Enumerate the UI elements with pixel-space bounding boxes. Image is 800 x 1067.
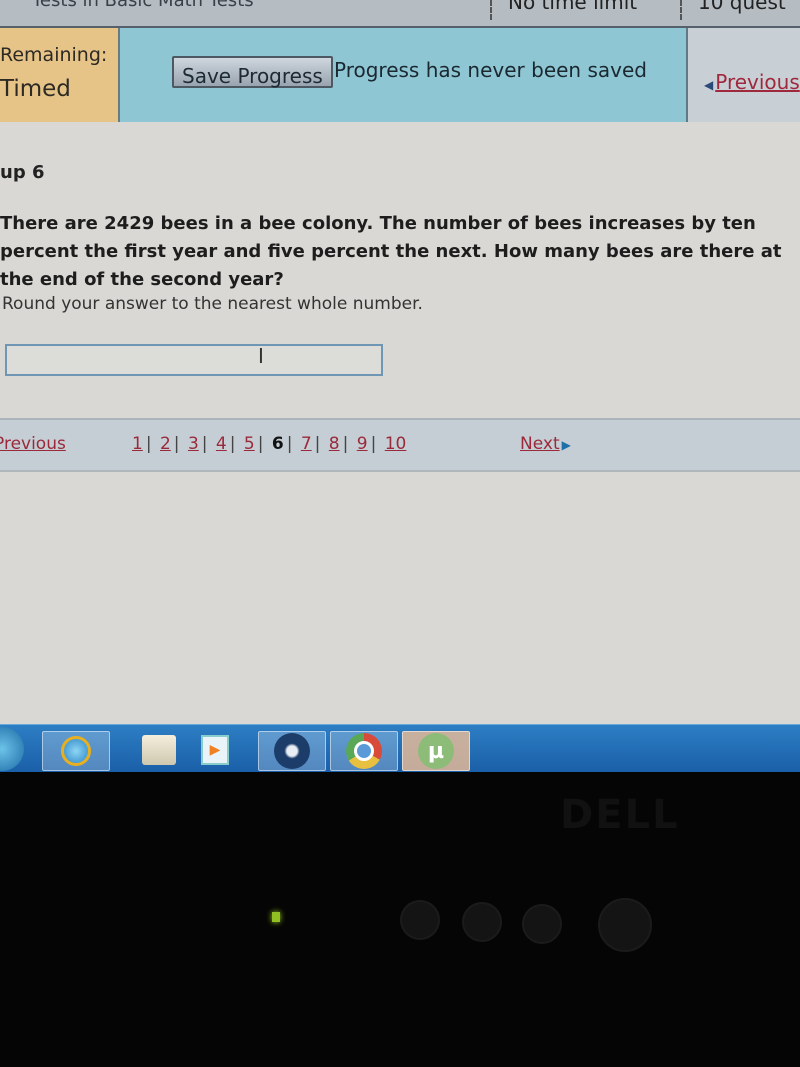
page-link-3[interactable]: 3 — [188, 434, 199, 454]
question-number: up 6 — [0, 162, 45, 183]
page-link-1[interactable]: 1 — [132, 434, 143, 454]
time-limit: No time limit — [508, 0, 638, 14]
top-nav-panel: ◀ Previous — [688, 28, 800, 122]
previous-link[interactable]: Previous — [0, 434, 66, 454]
volume-down-button — [400, 900, 440, 940]
page-link-7[interactable]: 7 — [301, 434, 312, 454]
save-progress-button[interactable]: Save Progress — [172, 56, 333, 88]
folder-icon — [142, 735, 176, 765]
question-text: There are 2429 bees in a bee colony. The… — [0, 213, 782, 290]
previous-link-top[interactable]: ◀ Previous — [704, 70, 800, 94]
page-link-8[interactable]: 8 — [329, 434, 340, 454]
caret-right-icon: ▶ — [561, 438, 571, 452]
page-link-9[interactable]: 9 — [357, 434, 368, 454]
volume-up-button — [462, 902, 502, 942]
text-cursor-icon: I — [258, 344, 264, 368]
divider — [490, 0, 492, 20]
caret-left-icon: ◀ — [704, 78, 714, 92]
power-led — [272, 912, 280, 922]
brand-logo: DELL — [560, 792, 680, 838]
next-nav: Next ▶ — [520, 434, 571, 454]
status-row: Remaining: Timed Save Progress Progress … — [0, 28, 800, 122]
page-list: 1 | 2 | 3 | 4 | 5 | 6 | 7 | 8 | 9 | 10 — [132, 434, 407, 454]
taskbar-internet-explorer[interactable] — [42, 731, 110, 771]
remaining-label: Remaining: — [0, 44, 108, 66]
remaining-panel: Remaining: Timed — [0, 28, 120, 122]
mute-button — [522, 904, 562, 944]
pagination-bar: Previous 1 | 2 | 3 | 4 | 5 | 6 | 7 | 8 | 9 | 10 N… — [0, 418, 800, 472]
save-panel: Save Progress Progress has never been sa… — [120, 28, 688, 122]
page-link-2[interactable]: 2 — [160, 434, 171, 454]
next-link[interactable]: Next — [520, 434, 560, 454]
utorrent-icon: µ — [418, 733, 454, 769]
page-current-6: 6 — [271, 434, 284, 454]
previous-label: Previous — [715, 70, 800, 94]
question-count: 10 quest — [698, 0, 786, 14]
start-button[interactable] — [0, 727, 24, 771]
play-icon: ▶ — [201, 735, 229, 765]
save-status-message: Progress has never been saved — [334, 58, 647, 82]
screen: Tests in Basic Math Tests No time limit … — [0, 0, 800, 772]
answer-input[interactable] — [5, 344, 383, 376]
test-title: Tests in Basic Math Tests — [32, 0, 254, 11]
steam-icon — [274, 733, 310, 769]
page-link-5[interactable]: 5 — [244, 434, 255, 454]
taskbar-utorrent[interactable]: µ — [402, 731, 470, 771]
taskbar-chrome[interactable] — [330, 731, 398, 771]
divider — [680, 0, 682, 20]
page-link-10[interactable]: 10 — [385, 434, 407, 454]
internet-explorer-icon — [61, 736, 91, 766]
taskbar-steam[interactable] — [258, 731, 326, 771]
question-area: up 6 There are 2429 bees in a bee colony… — [0, 124, 800, 420]
power-button — [598, 898, 652, 952]
question-hint: Round your answer to the nearest whole n… — [2, 294, 423, 314]
remaining-value: Timed — [0, 76, 71, 102]
taskbar: ▶ µ — [0, 724, 800, 772]
test-header: Tests in Basic Math Tests No time limit … — [0, 0, 800, 28]
page-link-4[interactable]: 4 — [216, 434, 227, 454]
chrome-icon — [346, 733, 382, 769]
taskbar-media-player[interactable]: ▶ — [182, 731, 248, 769]
